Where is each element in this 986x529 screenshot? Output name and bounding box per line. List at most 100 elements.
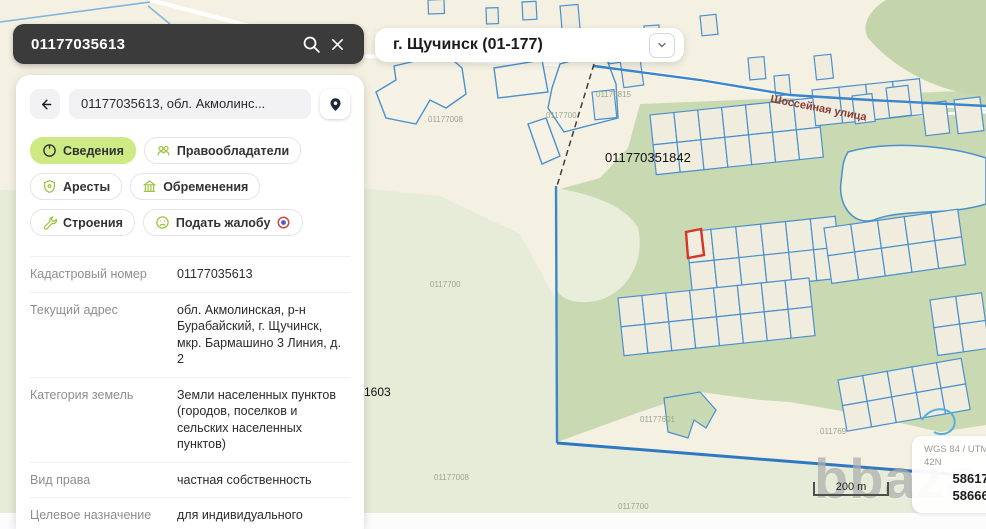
- bank-icon: [142, 179, 157, 194]
- detail-value: 01177035613: [177, 266, 350, 283]
- detail-label: Целевое назначение: [30, 507, 177, 529]
- parcel: [761, 280, 788, 311]
- parcel: [922, 101, 950, 136]
- parcel: [722, 105, 749, 137]
- tab-label: Аресты: [63, 180, 110, 194]
- parcel: [428, 0, 444, 14]
- tab-label: Правообладатели: [177, 144, 289, 158]
- parcel: [693, 317, 720, 348]
- tab-obremeneniya[interactable]: Обременения: [130, 173, 260, 200]
- chevron-down-icon[interactable]: [649, 33, 675, 58]
- map-label-faint: 01177008: [434, 473, 470, 482]
- detail-row: Текущий адресобл. Акмолинская, р-н Бураб…: [30, 292, 350, 377]
- parcel: [737, 283, 764, 314]
- detail-row: Категория земельЗемли населенных пунктов…: [30, 377, 350, 462]
- parcel: [934, 324, 964, 355]
- parcel: [838, 376, 867, 406]
- parcel: [867, 397, 896, 427]
- parcel: [761, 222, 789, 255]
- parcel: [690, 288, 717, 319]
- tab-label: Сведения: [63, 144, 124, 158]
- detail-row: Целевое назначениедля индивидуального жи…: [30, 497, 350, 529]
- parcel: [785, 278, 812, 309]
- map-label-faint: 0117700: [618, 502, 649, 511]
- detail-value: Земли населенных пунктов (городов, посел…: [177, 387, 350, 453]
- detail-row: Кадастровый номер01177035613: [30, 256, 350, 292]
- sad-face-icon: [155, 215, 170, 230]
- map-label-faint: 011769: [820, 427, 847, 436]
- parcel: [814, 54, 833, 80]
- parcel: [745, 102, 772, 134]
- detail-value: обл. Акмолинская, р-н Бурабайский, г. Щу…: [177, 302, 350, 368]
- crs-name: WGS 84 / UTM-з: [924, 444, 986, 457]
- parcel: [855, 248, 886, 279]
- parcel: [642, 293, 669, 324]
- parcel: [828, 252, 859, 283]
- parcel: [713, 285, 740, 316]
- map-label-faint: 01177601: [640, 415, 676, 424]
- parcel: [824, 224, 855, 255]
- tab-label: Строения: [63, 216, 123, 230]
- tab-stroeniya[interactable]: Строения: [30, 209, 135, 236]
- address-field[interactable]: 01177035613, обл. Акмолинс...: [69, 89, 311, 119]
- tab-aresty[interactable]: Аресты: [30, 173, 122, 200]
- search-bar[interactable]: 01177035613: [13, 24, 364, 64]
- search-query[interactable]: 01177035613: [31, 36, 298, 53]
- detail-label: Категория земель: [30, 387, 177, 453]
- parcel: [674, 110, 701, 142]
- detail-value: частная собственность: [177, 472, 350, 489]
- tab-svedeniya[interactable]: Сведения: [30, 137, 136, 164]
- region-selector-label: г. Щучинск (01-177): [393, 36, 639, 54]
- wrench-icon: [42, 215, 57, 230]
- parcel: [740, 312, 767, 343]
- parcel: [796, 127, 823, 159]
- parcel: [936, 358, 965, 388]
- boundary-line-vertical: [556, 186, 557, 443]
- people-icon: [156, 143, 171, 158]
- back-button[interactable]: [30, 89, 60, 119]
- parcel: [892, 393, 921, 423]
- parcel: [904, 213, 935, 244]
- map-label-faint: 0117700: [430, 280, 461, 289]
- selected-parcel[interactable]: [686, 229, 704, 258]
- coordinate-northing: 5866638.0: [924, 487, 986, 505]
- parcel: [701, 137, 728, 169]
- map-pond: [841, 145, 986, 221]
- parcel: [912, 363, 941, 393]
- stamp-icon: [276, 215, 291, 230]
- crs-zone: 42N: [924, 457, 986, 470]
- parcel: [785, 219, 813, 252]
- parcel: [772, 130, 799, 162]
- shield-icon: [42, 179, 57, 194]
- app-window: 011770351842 1603 Шоссейная улица 011770…: [0, 0, 986, 529]
- map-label-faint: 01177008: [428, 115, 464, 124]
- coordinate-easting: 586174.85: [924, 470, 986, 488]
- close-icon[interactable]: [324, 31, 350, 57]
- detail-label: Текущий адрес: [30, 302, 177, 368]
- locate-pin-button[interactable]: [320, 89, 350, 119]
- map-label-faint: 01173815: [596, 90, 632, 99]
- parcel-info-panel: 01177035613, обл. Акмолинс... Сведения Пр…: [16, 75, 364, 529]
- search-icon[interactable]: [298, 31, 324, 57]
- parcel: [669, 319, 696, 350]
- region-selector[interactable]: г. Щучинск (01-177): [375, 28, 684, 62]
- parcel: [748, 57, 766, 80]
- parcel: [935, 237, 966, 268]
- tab-podat-zhalobu[interactable]: Подать жалобу: [143, 209, 304, 236]
- details-table: Кадастровый номер01177035613Текущий адре…: [30, 256, 350, 529]
- parcel: [560, 4, 580, 29]
- parcel: [522, 1, 537, 20]
- parcel: [916, 388, 945, 418]
- parcel: [645, 322, 672, 353]
- parcel: [887, 367, 916, 397]
- parcel: [877, 217, 908, 248]
- parcel: [700, 14, 718, 36]
- parcel: [930, 296, 960, 327]
- parcel: [621, 324, 648, 355]
- tab-list: Сведения Правообладатели Аресты Обременения…: [30, 137, 350, 236]
- parcel: [954, 97, 984, 134]
- parcel: [908, 241, 939, 272]
- detail-label: Кадастровый номер: [30, 266, 177, 283]
- tab-pravoobladateli[interactable]: Правообладатели: [144, 137, 301, 164]
- map-label-parcel-partial: 1603: [364, 385, 391, 399]
